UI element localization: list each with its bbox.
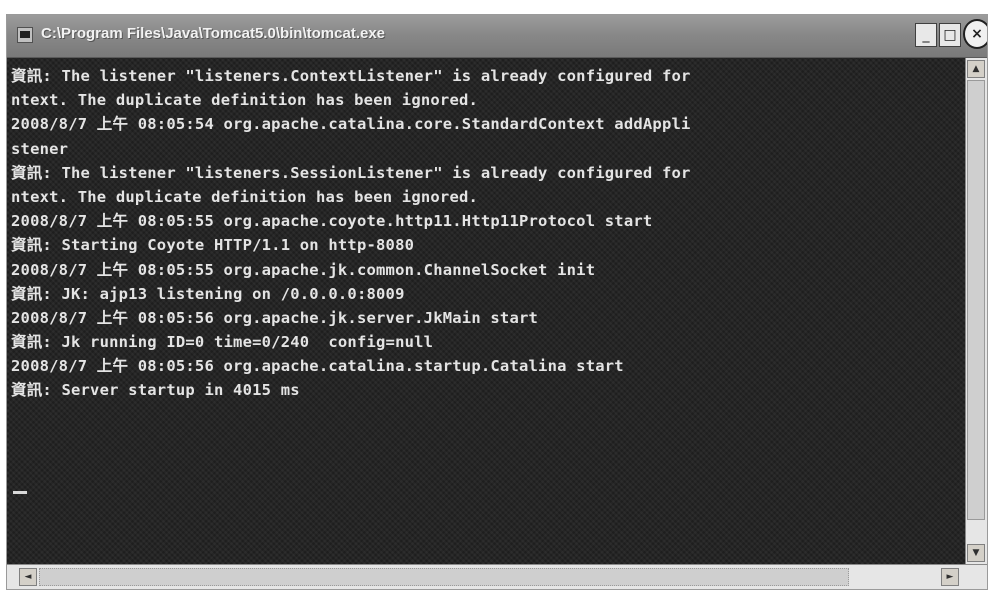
console-output[interactable]: 資訊: The listener "listeners.ContextListe…: [7, 58, 965, 564]
vertical-scroll-thumb[interactable]: [967, 80, 985, 520]
console-line: ntext. The duplicate definition has been…: [11, 91, 479, 110]
console-line: 資訊: Server startup in 4015 ms: [11, 381, 300, 400]
console-line: ntext. The duplicate definition has been…: [11, 187, 479, 206]
console-window: C:\Program Files\Java\Tomcat5.0\bin\tomc…: [6, 14, 988, 590]
title-bar[interactable]: C:\Program Files\Java\Tomcat5.0\bin\tomc…: [7, 15, 987, 58]
console-line: 資訊: JK: ajp13 listening on /0.0.0.0:8009: [11, 284, 405, 303]
console-line: 2008/8/7 上午 08:05:55 org.apache.jk.commo…: [11, 260, 596, 279]
horizontal-scroll-thumb[interactable]: [39, 568, 849, 586]
scroll-down-arrow-icon[interactable]: ▼: [967, 544, 985, 562]
scroll-left-arrow-icon[interactable]: ◄: [19, 568, 37, 586]
console-line: stener: [11, 139, 69, 158]
console-line: 資訊: Starting Coyote HTTP/1.1 on http-808…: [11, 236, 415, 255]
console-line: 資訊: Jk running ID=0 time=0/240 config=nu…: [11, 333, 434, 352]
console-line: 資訊: The listener "listeners.SessionListe…: [11, 163, 691, 182]
console-app-icon: [17, 27, 33, 43]
console-line: 2008/8/7 上午 08:05:56 org.apache.jk.serve…: [11, 308, 539, 327]
maximize-button[interactable]: □: [939, 23, 961, 47]
console-line: 資訊: The listener "listeners.ContextListe…: [11, 67, 691, 85]
console-line: 2008/8/7 上午 08:05:55 org.apache.coyote.h…: [11, 212, 653, 231]
minimize-button[interactable]: _: [915, 23, 937, 47]
console-line: 2008/8/7 上午 08:05:54 org.apache.catalina…: [11, 115, 691, 134]
scroll-right-arrow-icon[interactable]: ►: [941, 568, 959, 586]
window-title: C:\Program Files\Java\Tomcat5.0\bin\tomc…: [41, 25, 386, 42]
vertical-scrollbar[interactable]: ▲ ▼: [965, 58, 987, 564]
console-lines: 資訊: The listener "listeners.ContextListe…: [11, 64, 691, 403]
horizontal-scrollbar[interactable]: ◄ ►: [7, 564, 987, 589]
text-cursor: [13, 491, 27, 494]
scroll-up-arrow-icon[interactable]: ▲: [967, 60, 985, 78]
console-line: 2008/8/7 上午 08:05:56 org.apache.catalina…: [11, 357, 624, 376]
close-button[interactable]: ×: [963, 19, 987, 49]
